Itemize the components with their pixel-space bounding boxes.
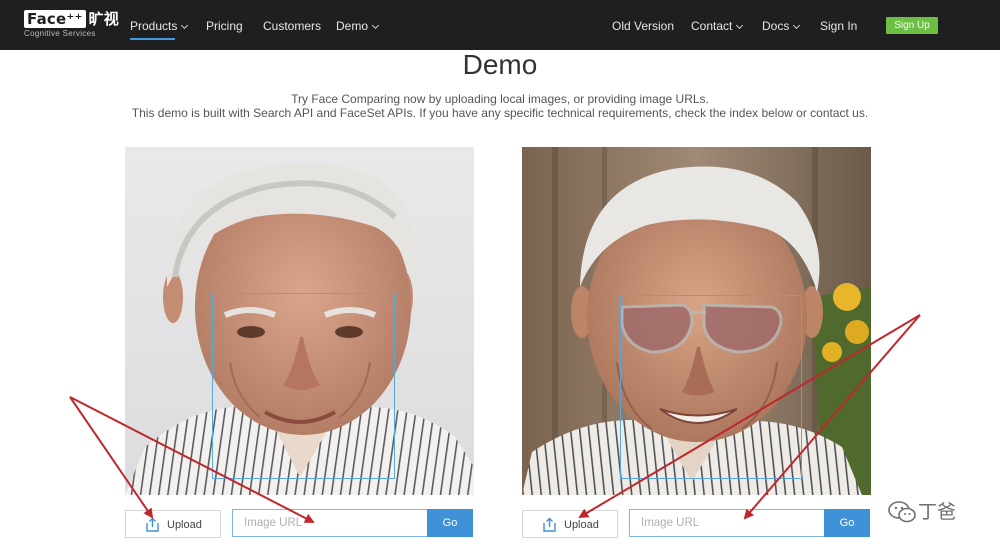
logo-cn: 旷视 (88, 10, 119, 28)
right-face-image (522, 147, 871, 495)
logo[interactable]: Face⁺⁺ 旷视 Cognitive Services (24, 10, 119, 39)
chevron-down-icon (793, 21, 801, 30)
chevron-down-icon (371, 21, 380, 30)
right-face-box (620, 295, 802, 479)
nav-contact[interactable]: Contact (691, 19, 744, 33)
chevron-down-icon (181, 21, 189, 30)
upload-icon (543, 517, 556, 532)
nav-docs[interactable]: Docs (762, 19, 801, 33)
upload-icon (146, 517, 159, 532)
nav-products[interactable]: Products (130, 19, 189, 33)
page-description-line-1: Try Face Comparing now by uploading loca… (291, 92, 709, 106)
page-description-line-2: This demo is built with Search API and F… (131, 106, 869, 120)
nav-docs-label: Docs (762, 19, 790, 33)
right-image-url-input[interactable] (629, 509, 825, 537)
sign-up-button[interactable]: Sign Up (886, 17, 938, 34)
left-upload-button[interactable]: Upload (125, 510, 221, 538)
chevron-down-icon (736, 21, 744, 30)
right-go-button[interactable]: Go (824, 509, 870, 537)
nav-old-version[interactable]: Old Version (612, 19, 674, 33)
nav-active-indicator (130, 38, 175, 40)
nav-customers[interactable]: Customers (263, 19, 321, 33)
logo-face: Face⁺⁺ (24, 10, 86, 28)
left-face-box (212, 293, 395, 479)
left-image-url-input[interactable] (232, 509, 428, 537)
right-upload-label: Upload (564, 519, 599, 531)
logo-mark: Face⁺⁺ 旷视 (24, 10, 119, 28)
page-title: Demo (462, 49, 538, 80)
logo-subtitle: Cognitive Services (24, 29, 96, 38)
left-face-image (125, 147, 474, 495)
top-nav: Face⁺⁺ 旷视 Cognitive Services Products Pri… (0, 0, 1000, 50)
wechat-icon (888, 501, 916, 523)
nav-pricing[interactable]: Pricing (206, 19, 243, 33)
watermark-text: 丁爸 (918, 501, 957, 523)
nav-contact-label: Contact (691, 19, 733, 33)
watermark: 丁爸 (888, 500, 972, 526)
nav-sign-in[interactable]: Sign In (820, 19, 857, 33)
right-upload-button[interactable]: Upload (522, 510, 618, 538)
nav-demo-label: Demo (336, 19, 369, 33)
left-upload-label: Upload (167, 519, 202, 531)
left-go-button[interactable]: Go (427, 509, 473, 537)
nav-products-label: Products (130, 19, 178, 33)
nav-demo[interactable]: Demo (336, 19, 380, 33)
